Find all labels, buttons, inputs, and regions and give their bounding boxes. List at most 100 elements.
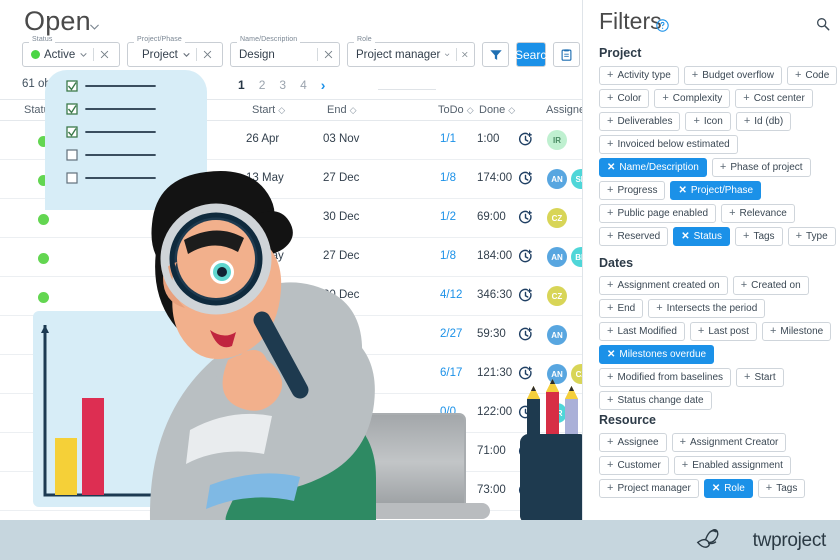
- filter-chip-intersects-the-period[interactable]: + Intersects the period: [648, 299, 766, 318]
- row-todo[interactable]: 0/0: [440, 445, 456, 457]
- avatar[interactable]: AN: [547, 169, 567, 189]
- close-icon[interactable]: [99, 49, 110, 60]
- save-filter-button[interactable]: [553, 42, 580, 67]
- filter-chip-enabled-assignment[interactable]: + Enabled assignment: [673, 456, 791, 475]
- chevron-down-icon[interactable]: [182, 50, 191, 59]
- filter-chip-public-page-enabled[interactable]: + Public page enabled: [599, 204, 717, 223]
- table-row[interactable]: 3 Jan 30 Dec 6/17 121:30 ANCZ: [0, 355, 582, 394]
- filter-chip-icon[interactable]: + Icon: [685, 112, 731, 131]
- filter-chip-assignment-creator[interactable]: + Assignment Creator: [671, 433, 787, 452]
- filter-chip-id-db[interactable]: + Id (db): [735, 112, 792, 131]
- close-icon[interactable]: [202, 49, 213, 60]
- filter-chip-customer[interactable]: + Customer: [599, 456, 669, 475]
- filter-chip-end[interactable]: + End: [599, 299, 644, 318]
- add-worklog-icon[interactable]: [518, 405, 533, 420]
- row-todo[interactable]: 0/0: [440, 406, 456, 418]
- avatar[interactable]: IR: [547, 130, 567, 150]
- row-todo[interactable]: 1/8: [440, 250, 456, 262]
- avatar[interactable]: CZ: [571, 364, 582, 384]
- next-page-icon[interactable]: ›: [321, 77, 326, 93]
- column-header-assignees[interactable]: Assignees: [546, 104, 582, 116]
- avatar[interactable]: BR: [571, 247, 582, 267]
- row-todo[interactable]: 1/1: [440, 133, 456, 145]
- avatar[interactable]: SR: [571, 169, 582, 189]
- filter-chip-last-modified[interactable]: + Last Modified: [599, 322, 685, 341]
- row-todo[interactable]: 1/8: [440, 172, 456, 184]
- search-button[interactable]: Search: [515, 42, 553, 67]
- table-row[interactable]: 13 May 27 Dec 1/8 184:00 ANBR: [0, 238, 582, 277]
- filter-chip-activity-type[interactable]: + Activity type: [599, 66, 679, 85]
- filter-chip-type[interactable]: + Type: [787, 227, 836, 246]
- filter-chip-phase-of-project[interactable]: + Phase of project: [711, 158, 811, 177]
- name-description-filter-field[interactable]: Name/Description Design: [230, 36, 340, 67]
- filter-chip-role[interactable]: ✕ Role: [703, 479, 753, 498]
- avatar[interactable]: AN: [547, 442, 567, 462]
- avatar[interactable]: CZ: [571, 481, 582, 501]
- filter-chip-tags[interactable]: + Tags: [735, 227, 783, 246]
- table-row[interactable]: 26 Apr 03 Nov 1/1 1:00 IR: [0, 121, 582, 160]
- filter-chip-progress[interactable]: + Progress: [599, 181, 666, 200]
- chevron-down-icon[interactable]: [444, 50, 450, 59]
- filter-chip-invoiced-below-estimated[interactable]: + Invoiced below estimated: [599, 135, 738, 154]
- chevron-down-icon[interactable]: [88, 20, 101, 33]
- column-header-todo[interactable]: ToDo ◇: [438, 104, 474, 116]
- filter-chip-reserved[interactable]: + Reserved: [599, 227, 669, 246]
- filter-chip-last-post[interactable]: + Last post: [689, 322, 757, 341]
- filter-chip-relevance[interactable]: + Relevance: [721, 204, 795, 223]
- table-row[interactable]: 04 Jan 30 Dec 1/2 69:00 CZ: [0, 199, 582, 238]
- column-header-status[interactable]: Status ◇: [24, 104, 65, 116]
- filter-chip-name-description[interactable]: ✕ Name/Description: [599, 158, 707, 177]
- filter-chip-project-phase[interactable]: ✕ Project/Phase: [670, 181, 762, 200]
- advanced-filter-button[interactable]: [482, 42, 509, 67]
- avatar[interactable]: AN: [547, 481, 567, 501]
- page-1[interactable]: 1: [238, 78, 245, 92]
- filter-chip-start[interactable]: + Start: [736, 368, 784, 387]
- table-row[interactable]: 13 May 27 Dec 1/8 174:00 ANSR: [0, 160, 582, 199]
- add-worklog-icon[interactable]: [518, 483, 533, 498]
- row-todo[interactable]: 1/2: [440, 211, 456, 223]
- avatar[interactable]: SR: [547, 403, 567, 423]
- avatar[interactable]: AN: [547, 364, 567, 384]
- filter-chip-modified-from-baselines[interactable]: + Modified from baselines: [599, 368, 732, 387]
- filter-chip-status-change-date[interactable]: + Status change date: [599, 391, 712, 410]
- add-worklog-icon[interactable]: [518, 249, 533, 264]
- filter-chip-assignment-created-on[interactable]: + Assignment created on: [599, 276, 728, 295]
- row-todo[interactable]: 1/8: [440, 484, 456, 496]
- table-row[interactable]: T180 7 Oct 30 Oct 0/0 122:00 SR: [0, 394, 582, 433]
- table-row[interactable]: 30 Dec 1/8 73:00 ANCZ: [0, 472, 582, 511]
- add-worklog-icon[interactable]: [518, 327, 533, 342]
- help-circle-icon[interactable]: [656, 19, 669, 32]
- filter-chip-created-on[interactable]: + Created on: [732, 276, 809, 295]
- filter-chip-status[interactable]: ✕ Status: [673, 227, 730, 246]
- filter-chip-code[interactable]: + Code: [786, 66, 838, 85]
- row-todo[interactable]: 6/17: [440, 367, 462, 379]
- add-worklog-icon[interactable]: [518, 132, 533, 147]
- filter-chip-complexity[interactable]: + Complexity: [654, 89, 731, 108]
- row-todo[interactable]: 2/27: [440, 328, 462, 340]
- table-row[interactable]: 10 Jul 0/0 71:00 AN: [0, 433, 582, 472]
- column-header-end[interactable]: End ◇: [327, 104, 357, 116]
- table-row[interactable]: Jan 21 Jan 2/27 59:30 AN: [0, 316, 582, 355]
- filter-chip-assignee[interactable]: + Assignee: [599, 433, 667, 452]
- add-worklog-icon[interactable]: [518, 444, 533, 459]
- avatar[interactable]: CZ: [547, 286, 567, 306]
- avatar[interactable]: AN: [547, 325, 567, 345]
- column-header-start[interactable]: Start ◇: [252, 104, 285, 116]
- page-3[interactable]: 3: [279, 78, 286, 92]
- filter-chip-color[interactable]: + Color: [599, 89, 650, 108]
- chevron-down-icon[interactable]: [79, 50, 88, 59]
- add-worklog-icon[interactable]: [518, 366, 533, 381]
- filter-chip-tags[interactable]: + Tags: [757, 479, 806, 498]
- add-worklog-icon[interactable]: [518, 210, 533, 225]
- table-row[interactable]: Jul 30 Dec 4/12 346:30 CZ: [0, 277, 582, 316]
- project-phase-filter-field[interactable]: Project/Phase Project: [127, 36, 223, 67]
- avatar[interactable]: AN: [547, 247, 567, 267]
- row-todo[interactable]: 4/12: [440, 289, 462, 301]
- column-header-done[interactable]: Done ◇: [479, 104, 515, 116]
- avatar[interactable]: CZ: [547, 208, 567, 228]
- filter-chip-project-manager[interactable]: + Project manager: [599, 479, 699, 498]
- add-worklog-icon[interactable]: [518, 171, 533, 186]
- filter-chip-milestones-overdue[interactable]: ✕ Milestones overdue: [599, 345, 715, 364]
- filter-chip-cost-center[interactable]: + Cost center: [735, 89, 813, 108]
- page-4[interactable]: 4: [300, 78, 307, 92]
